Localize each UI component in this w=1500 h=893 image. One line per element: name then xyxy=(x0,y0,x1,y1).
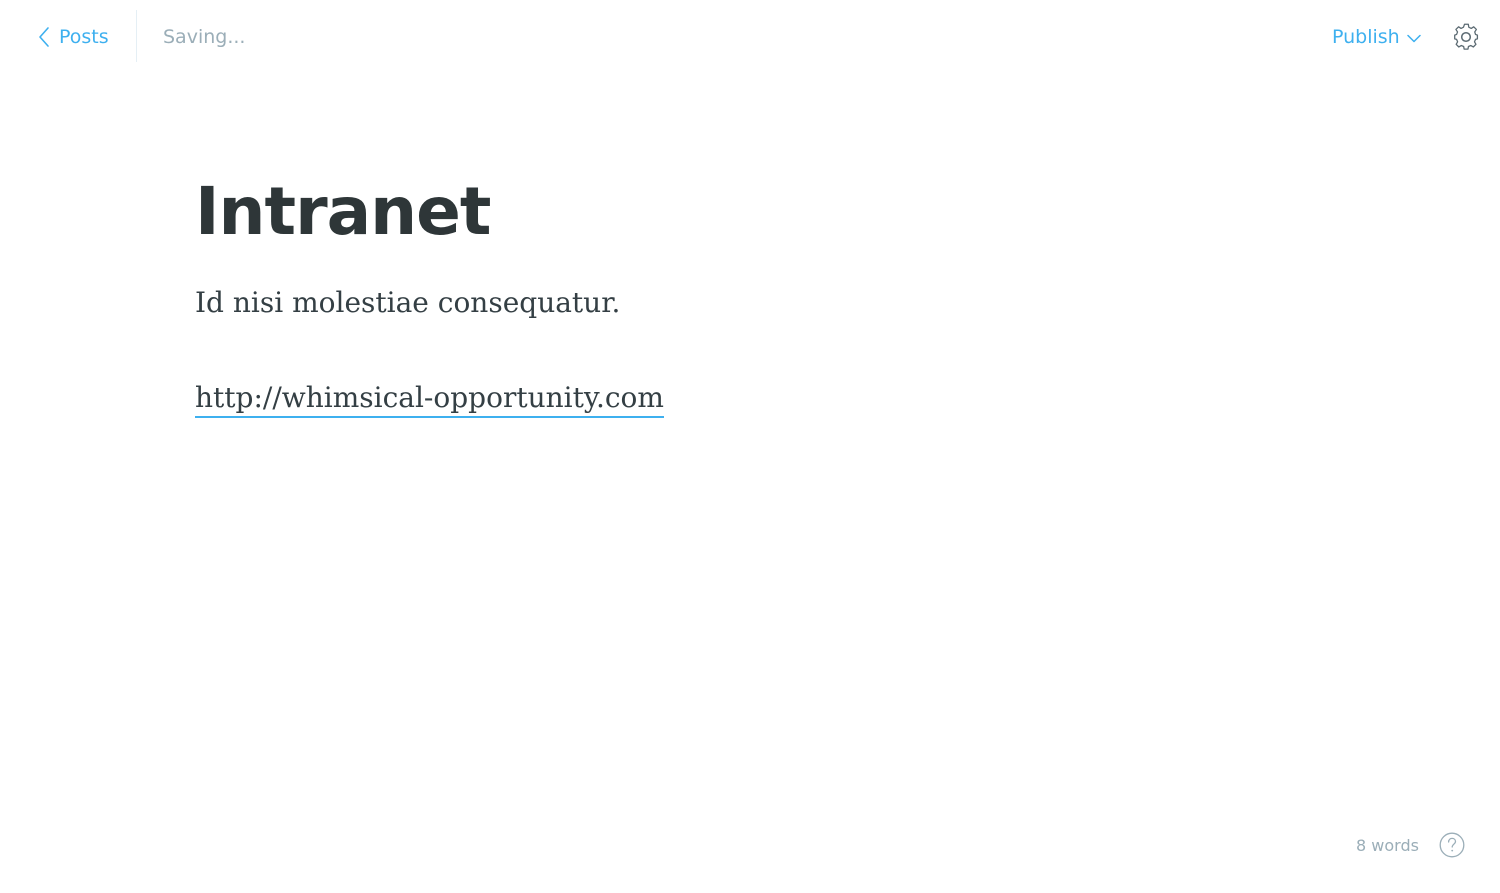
post-paragraph[interactable]: Id nisi molestiae consequatur. xyxy=(195,283,620,323)
publish-menu-button[interactable]: Publish xyxy=(1332,22,1421,52)
editor-header: Posts Saving... Publish xyxy=(0,0,1500,72)
header-divider xyxy=(136,10,137,62)
gear-icon xyxy=(1454,23,1479,50)
question-icon xyxy=(1439,832,1465,858)
word-count: 8 words xyxy=(1356,836,1419,855)
save-status: Saving... xyxy=(163,26,246,48)
chevron-left-icon xyxy=(39,27,49,47)
chevron-down-icon xyxy=(1406,34,1421,42)
post-title[interactable]: Intranet xyxy=(195,170,491,254)
post-link[interactable]: http://whimsical-opportunity.com xyxy=(195,380,664,418)
back-link-label: Posts xyxy=(59,26,109,48)
back-to-posts-link[interactable]: Posts xyxy=(38,22,109,52)
settings-button[interactable] xyxy=(1451,22,1481,52)
help-button[interactable] xyxy=(1439,832,1465,858)
publish-label: Publish xyxy=(1332,26,1400,48)
